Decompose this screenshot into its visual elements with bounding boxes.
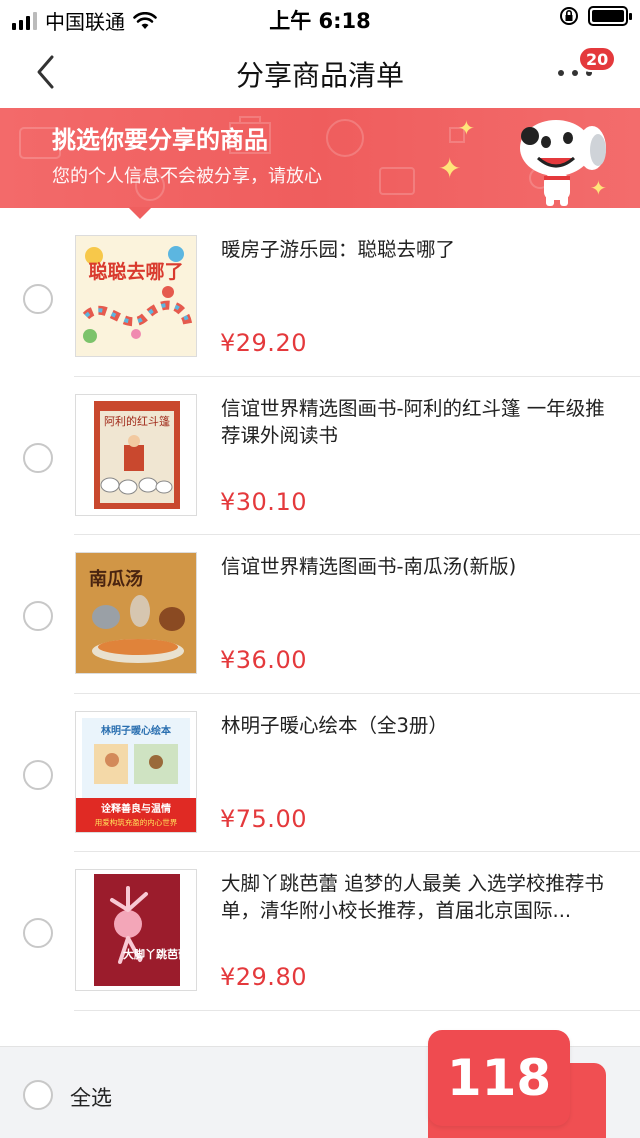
product-list: 聪聪去哪了 暖房子游乐园：聪聪去哪了 ¥29.20 阿利的红斗篷 信谊世界精选图… bbox=[0, 218, 640, 1011]
product-row[interactable]: 阿利的红斗篷 信谊世界精选图画书-阿利的红斗篷 一年级推荐课外阅读书 ¥30.1… bbox=[0, 377, 640, 535]
product-thumbnail[interactable]: 聪聪去哪了 bbox=[75, 235, 197, 357]
banner-subtitle: 您的个人信息不会被分享，请放心 bbox=[52, 166, 322, 187]
cover-banner-text: 诠释善良与温情 bbox=[101, 802, 171, 815]
product-select-radio[interactable] bbox=[23, 759, 53, 790]
battery-icon bbox=[588, 6, 632, 26]
more-button[interactable]: 20 bbox=[556, 46, 617, 92]
product-price: ¥36.00 bbox=[220, 646, 307, 674]
mascot-dog-icon bbox=[520, 120, 606, 206]
product-thumbnail[interactable]: 阿利的红斗篷 bbox=[75, 393, 197, 516]
product-thumbnail[interactable]: 大脚丫跳芭蕾 bbox=[75, 869, 197, 991]
book-cover-image: 林明子暖心绘本 诠释善良与温情 用爱构筑充盈的内心世界 bbox=[76, 711, 196, 832]
product-row[interactable]: 林明子暖心绘本 诠释善良与温情 用爱构筑充盈的内心世界 林明子暖心绘本（全3册）… bbox=[0, 694, 640, 852]
status-time: 上午 6:18 bbox=[269, 9, 371, 33]
product-price: ¥29.80 bbox=[220, 963, 307, 991]
book-cover-image: 南瓜汤 bbox=[76, 553, 196, 673]
product-thumbnail[interactable]: 林明子暖心绘本 诠释善良与温情 用爱构筑充盈的内心世界 bbox=[75, 710, 197, 833]
product-thumbnail[interactable]: 南瓜汤 bbox=[75, 552, 197, 674]
banner-title: 挑选你要分享的商品 bbox=[52, 126, 268, 154]
product-row[interactable]: 南瓜汤 信谊世界精选图画书-南瓜汤(新版) ¥36.00 bbox=[0, 535, 640, 694]
product-title[interactable]: 暖房子游乐园：聪聪去哪了 bbox=[221, 236, 616, 263]
count-overlay-badge: 118 bbox=[428, 1030, 570, 1126]
product-select-radio[interactable] bbox=[23, 918, 53, 948]
product-select-radio[interactable] bbox=[23, 442, 53, 473]
product-row[interactable]: 大脚丫跳芭蕾 大脚丫跳芭蕾 追梦的人最美 入选学校推荐书单，清华附小校长推荐，首… bbox=[0, 852, 640, 1011]
sparkle-icon: ✦ bbox=[438, 152, 462, 185]
orientation-lock-icon bbox=[560, 7, 578, 25]
product-select-radio[interactable] bbox=[23, 284, 53, 314]
sparkle-icon: ✦ bbox=[458, 116, 475, 140]
product-title[interactable]: 信谊世界精选图画书-南瓜汤(新版) bbox=[221, 553, 616, 580]
cover-title: 聪聪去哪了 bbox=[88, 260, 183, 283]
nav-bar: 分享商品清单 20 bbox=[0, 36, 640, 108]
cover-title: 南瓜汤 bbox=[89, 568, 143, 590]
cover-title: 大脚丫跳芭蕾 bbox=[123, 947, 189, 961]
cover-banner-subtext: 用爱构筑充盈的内心世界 bbox=[95, 817, 178, 827]
product-title[interactable]: 大脚丫跳芭蕾 追梦的人最美 入选学校推荐书单，清华附小校长推荐，首届北京国际..… bbox=[221, 870, 616, 924]
cover-title: 阿利的红斗篷 bbox=[104, 414, 170, 428]
divider bbox=[74, 1009, 640, 1011]
status-right bbox=[560, 6, 632, 26]
product-price: ¥29.20 bbox=[220, 329, 307, 357]
product-title[interactable]: 林明子暖心绘本（全3册） bbox=[221, 712, 616, 739]
product-select-radio[interactable] bbox=[23, 601, 53, 631]
product-price: ¥75.00 bbox=[220, 804, 307, 833]
status-bar: 中国联通 上午 6:18 bbox=[0, 0, 640, 36]
cover-title: 林明子暖心绘本 bbox=[101, 724, 172, 737]
book-cover-image: 阿利的红斗篷 bbox=[76, 394, 196, 515]
page-title: 分享商品清单 bbox=[235, 59, 404, 92]
message-count-badge: 20 bbox=[578, 46, 617, 72]
select-all-label[interactable]: 全选 bbox=[70, 1082, 112, 1112]
product-price: ¥30.10 bbox=[220, 487, 307, 516]
book-cover-image: 聪聪去哪了 bbox=[76, 236, 196, 356]
select-all-radio[interactable] bbox=[23, 1080, 53, 1110]
book-cover-image: 大脚丫跳芭蕾 bbox=[76, 870, 196, 990]
product-row[interactable]: 聪聪去哪了 暖房子游乐园：聪聪去哪了 ¥29.20 bbox=[0, 218, 640, 377]
product-title[interactable]: 信谊世界精选图画书-阿利的红斗篷 一年级推荐课外阅读书 bbox=[221, 395, 616, 449]
